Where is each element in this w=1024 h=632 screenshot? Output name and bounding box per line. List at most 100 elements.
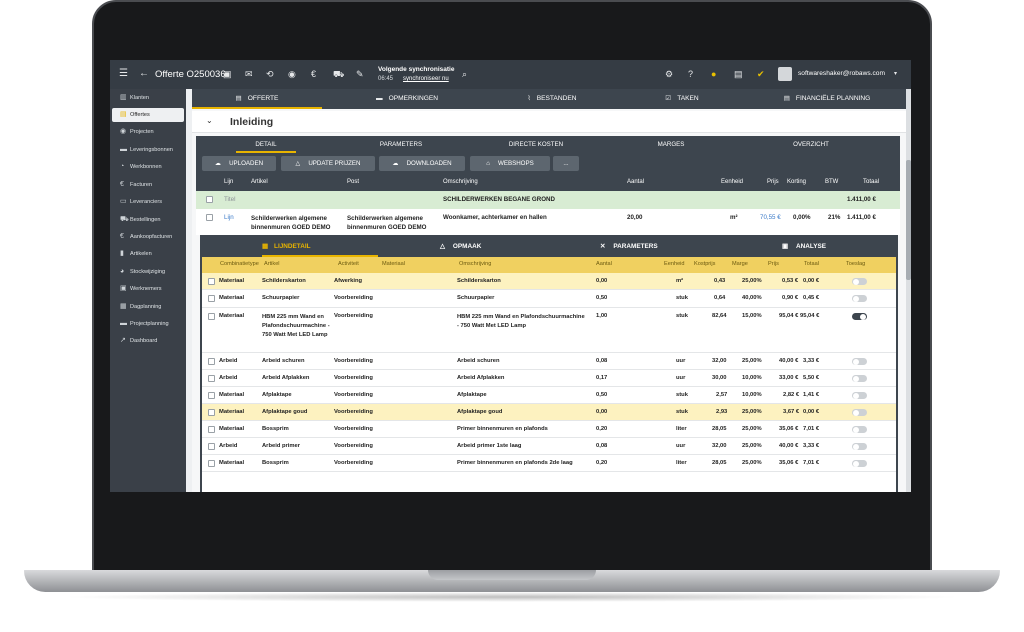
toeslag-toggle[interactable]: [852, 443, 867, 450]
col-artikel[interactable]: Artikel: [251, 179, 268, 185]
row-checkbox[interactable]: [208, 409, 215, 416]
target-icon[interactable]: ◉: [288, 69, 296, 80]
sidebar-item-werkbonnen[interactable]: ◔ Werkbonnen: [112, 160, 184, 174]
section-header[interactable]: ⌄ Inleiding: [192, 111, 906, 133]
detail-row[interactable]: Arbeid Arbeid schuren Voorbereiding Arbe…: [202, 353, 896, 370]
row-checkbox[interactable]: [208, 443, 215, 450]
tab-opmaak[interactable]: △ OPMAAK: [440, 237, 481, 257]
row-checkbox[interactable]: [208, 426, 215, 433]
col-lijn[interactable]: Lijn: [224, 179, 233, 185]
sidebar-item-klanten[interactable]: ▥ Klanten: [112, 91, 184, 105]
col-materiaal[interactable]: Materiaal: [382, 261, 405, 267]
detail-row[interactable]: Materiaal Afplaktape goud Voorbereiding …: [202, 404, 896, 421]
pen-icon[interactable]: ✎: [356, 69, 364, 80]
toeslag-toggle[interactable]: [852, 375, 867, 382]
scrollbar-thumb[interactable]: [906, 160, 911, 280]
subtab-detail[interactable]: DETAIL: [236, 136, 296, 153]
toeslag-toggle[interactable]: [852, 358, 867, 365]
more-button[interactable]: ...: [553, 156, 579, 171]
col-aantal[interactable]: Aantal: [627, 179, 644, 185]
chat-notification-icon[interactable]: ●: [711, 69, 716, 79]
update-prices-button[interactable]: △ UPDATE PRIJZEN: [281, 156, 375, 171]
sidebar-item-leveringsbonnen[interactable]: ▬ Leveringsbonnen: [112, 143, 184, 157]
col-eenheid[interactable]: Eenheid: [664, 261, 685, 267]
download-button[interactable]: ☁ DOWNLOADEN: [379, 156, 465, 171]
row-checkbox[interactable]: [208, 295, 215, 302]
col-aantal[interactable]: Aantal: [596, 261, 612, 267]
avatar[interactable]: [778, 67, 792, 81]
row-checkbox[interactable]: [208, 375, 215, 382]
subtab-parameters[interactable]: PARAMETERS: [366, 136, 436, 153]
col-artikel[interactable]: Artikel: [264, 261, 280, 267]
chevron-down-icon[interactable]: ⌄: [206, 116, 213, 125]
tab-taken[interactable]: ☑ TAKEN: [632, 89, 732, 109]
toeslag-toggle[interactable]: [852, 313, 867, 320]
detail-row[interactable]: Arbeid Arbeid primer Voorbereiding Arbei…: [202, 438, 896, 455]
row-checkbox[interactable]: [208, 313, 215, 320]
sidebar-item-aankoopfacturen[interactable]: € Aankoopfacturen: [112, 230, 184, 244]
user-email[interactable]: softwareshaker@robaws.com: [798, 70, 885, 77]
toeslag-toggle[interactable]: [852, 295, 867, 302]
col-eenheid[interactable]: Eenheid: [721, 179, 743, 185]
detail-row[interactable]: Arbeid Arbeid Afplakken Voorbereiding Ar…: [202, 370, 896, 387]
toeslag-toggle[interactable]: [852, 392, 867, 399]
sidebar-item-leveranciers[interactable]: ▭ Leveranciers: [112, 195, 184, 209]
tab-financiele-planning[interactable]: ▤ FINANCIËLE PLANNING: [762, 89, 892, 109]
sidebar-item-projectplanning[interactable]: ▬ Projectplanning: [112, 317, 184, 331]
detail-row[interactable]: Materiaal Schuurpapier Voorbereiding Sch…: [202, 290, 896, 308]
table-row-title[interactable]: Titel SCHILDERWERKEN BEGANE GROND 1.411,…: [196, 191, 900, 209]
tab-bestanden[interactable]: ⌇ BESTANDEN: [487, 89, 617, 109]
col-post[interactable]: Post: [347, 179, 359, 185]
detail-row[interactable]: Materiaal Afplaktape Voorbereiding Afpla…: [202, 387, 896, 404]
tasks-notification-icon[interactable]: ✔: [757, 69, 765, 80]
row-checkbox[interactable]: [208, 460, 215, 467]
sync-now-link[interactable]: synchroniseer nu: [403, 76, 449, 82]
col-omschrijving[interactable]: Omschrijving: [443, 179, 478, 185]
subtab-overzicht[interactable]: OVERZICHT: [776, 136, 846, 153]
webshops-button[interactable]: ⌂ WEBSHOPS: [470, 156, 550, 171]
tab-offerte[interactable]: ▤ OFFERTE: [192, 89, 322, 109]
scrollbar-track[interactable]: [906, 89, 911, 492]
sidebar-item-facturen[interactable]: € Facturen: [112, 178, 184, 192]
col-korting[interactable]: Korting: [787, 179, 806, 185]
toeslag-toggle[interactable]: [852, 278, 867, 285]
cart-icon[interactable]: ⛟: [333, 69, 344, 81]
col-combinatietype[interactable]: Combinatietype: [220, 261, 259, 267]
col-omschrijving[interactable]: Omschrijving: [459, 261, 491, 267]
toeslag-toggle[interactable]: [852, 426, 867, 433]
col-btw[interactable]: BTW: [825, 179, 838, 185]
mail-icon[interactable]: ✉: [245, 69, 253, 80]
tab-parameters-detail[interactable]: ✕ PARAMETERS: [600, 237, 658, 257]
detail-row[interactable]: Materiaal Schilderskarton Afwerking Schi…: [202, 273, 896, 290]
tab-analyse[interactable]: ▣ ANALYSE: [782, 237, 826, 257]
help-icon[interactable]: ?: [688, 69, 693, 79]
toeslag-toggle[interactable]: [852, 409, 867, 416]
sidebar-item-bestellingen[interactable]: ⛟Bestellingen: [112, 213, 184, 227]
sidebar-item-offertes[interactable]: ▤ Offertes: [112, 108, 184, 122]
detail-row[interactable]: Materiaal HBM 225 mm Wand en Plafondschu…: [202, 308, 896, 353]
subtab-directe-kosten[interactable]: DIRECTE KOSTEN: [496, 136, 576, 153]
image-icon[interactable]: ▣: [223, 69, 232, 80]
detail-row[interactable]: Materiaal Bossprim Voorbereiding Primer …: [202, 421, 896, 438]
col-kostprijs[interactable]: Kostprijs: [694, 261, 715, 267]
col-prijs[interactable]: Prijs: [768, 261, 779, 267]
col-activiteit[interactable]: Activiteit: [338, 261, 359, 267]
col-totaal[interactable]: Totaal: [863, 179, 879, 185]
detail-row[interactable]: Materiaal Bossprim Voorbereiding Primer …: [202, 455, 896, 472]
gear-icon[interactable]: ⚙: [665, 69, 673, 80]
tab-opmerkingen[interactable]: ▬ OPMERKINGEN: [342, 89, 472, 109]
chevron-down-icon[interactable]: ▾: [894, 70, 897, 77]
sidebar-item-dagplanning[interactable]: ▦ Dagplanning: [112, 300, 184, 314]
sidebar-item-stockwijziging[interactable]: ◕ Stockwijziging: [112, 265, 184, 279]
back-arrow-icon[interactable]: ←: [139, 68, 149, 79]
subtab-marges[interactable]: MARGES: [641, 136, 701, 153]
sidebar-item-projecten[interactable]: ◉ Projecten: [112, 125, 184, 139]
clipboard-icon[interactable]: ▤: [734, 69, 743, 80]
tab-lijndetail[interactable]: ▦ LIJNDETAIL: [262, 237, 378, 257]
row-checkbox[interactable]: [206, 214, 213, 221]
toeslag-toggle[interactable]: [852, 460, 867, 467]
row-checkbox[interactable]: [208, 392, 215, 399]
sidebar-item-werknemers[interactable]: ▣ Werknemers: [112, 282, 184, 296]
col-marge[interactable]: Marge: [732, 261, 748, 267]
sidebar-item-artikelen[interactable]: ▮ Artikelen: [112, 247, 184, 261]
